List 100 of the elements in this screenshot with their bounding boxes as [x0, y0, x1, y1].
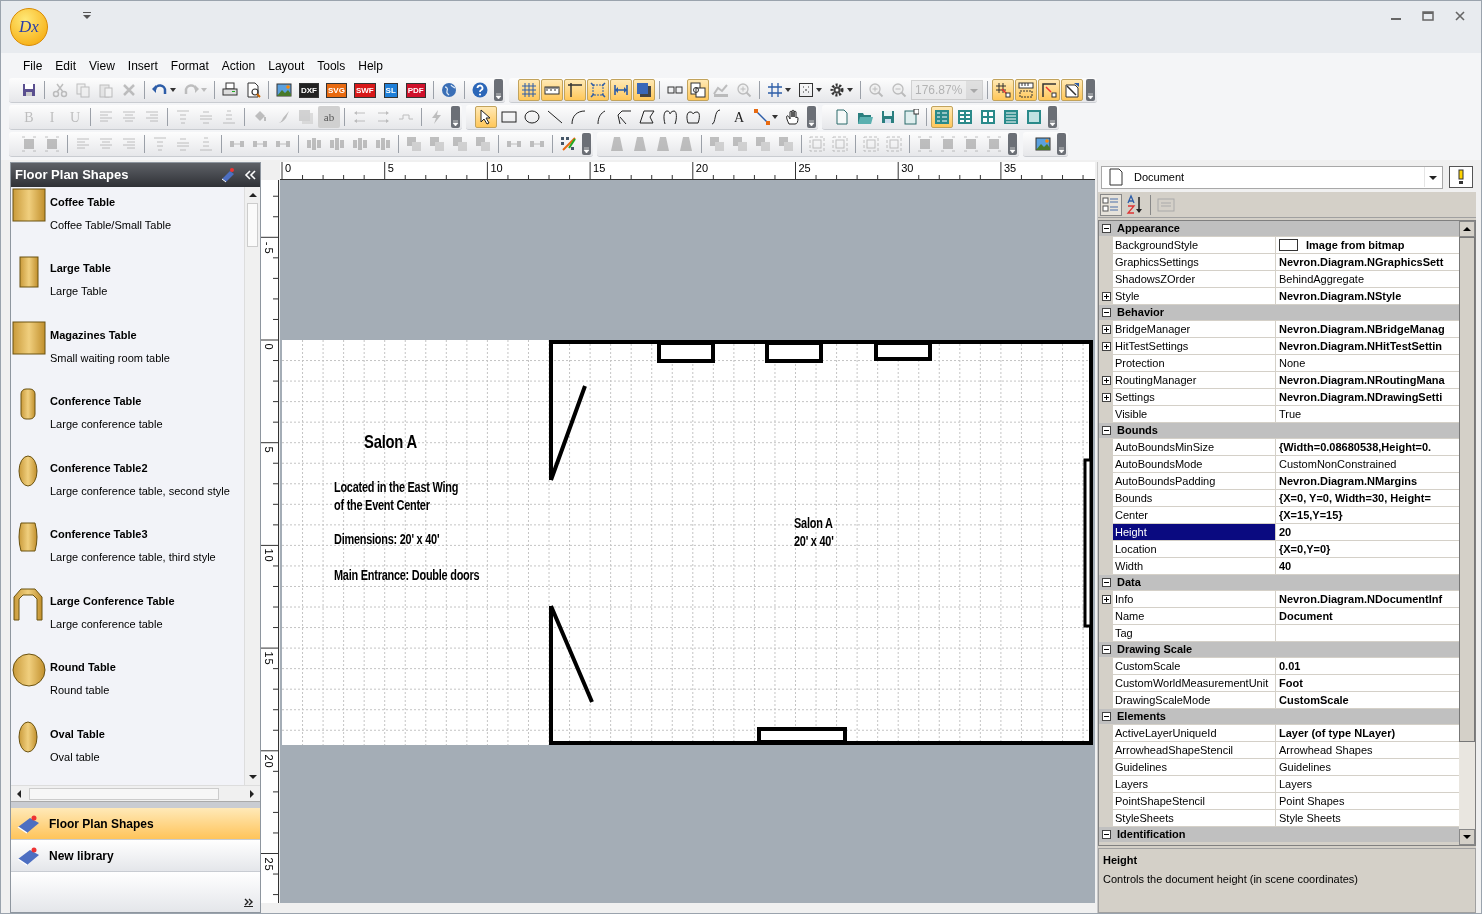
library-item[interactable]: Coffee Table Coffee Table/Small Table: [11, 187, 244, 254]
property-value[interactable]: Nevron.Diagram.NDrawingSetti: [1276, 389, 1459, 406]
property-value[interactable]: CustomScale: [1276, 692, 1459, 709]
category-header[interactable]: Drawing Scale: [1099, 642, 1459, 658]
property-name[interactable]: Visible: [1113, 406, 1276, 423]
property-value[interactable]: Document: [1276, 608, 1459, 625]
category-header[interactable]: Behavior: [1099, 305, 1459, 321]
property-name[interactable]: Settings: [1113, 389, 1276, 406]
property-value[interactable]: None: [1276, 355, 1459, 372]
property-name[interactable]: CustomScale: [1113, 658, 1276, 675]
property-value[interactable]: 40: [1276, 558, 1459, 575]
property-name[interactable]: StyleSheets: [1113, 810, 1276, 827]
property-name[interactable]: Bounds: [1113, 490, 1276, 507]
property-name[interactable]: AutoBoundsMinSize: [1113, 439, 1276, 456]
category-header[interactable]: Elements: [1099, 709, 1459, 725]
ruler-label: 10: [490, 162, 503, 174]
property-name[interactable]: Height: [1113, 524, 1276, 541]
category-header[interactable]: Identification: [1099, 827, 1459, 843]
property-value[interactable]: 20: [1276, 524, 1459, 541]
library-item[interactable]: Round Table Round table: [11, 652, 244, 719]
library-item[interactable]: Conference Table Large conference table: [11, 386, 244, 453]
property-name[interactable]: AutoBoundsMode: [1113, 456, 1276, 473]
library-item[interactable]: Conference Table3 Large conference table, third style: [11, 519, 244, 586]
property-name[interactable]: Tag: [1113, 625, 1276, 642]
description-title: Height: [1103, 853, 1139, 868]
category-header[interactable]: Bounds: [1099, 423, 1459, 439]
property-value[interactable]: Arrowhead Shapes: [1276, 742, 1459, 759]
object-selector[interactable]: Document: [1101, 165, 1443, 189]
property-value[interactable]: {X=0, Y=0, Width=30, Height=: [1276, 490, 1459, 507]
property-name[interactable]: Width: [1113, 558, 1276, 575]
property-value[interactable]: 0.01: [1276, 658, 1459, 675]
property-name[interactable]: BackgroundStyle: [1113, 237, 1276, 254]
property-name[interactable]: Layers: [1113, 776, 1276, 793]
menu-item[interactable]: Layout: [262, 55, 311, 76]
menu-item[interactable]: Format: [164, 55, 215, 76]
library-item[interactable]: Large Table Large Table: [11, 253, 244, 320]
category-header[interactable]: Appearance: [1099, 221, 1459, 237]
ruler-label: 25: [798, 162, 811, 174]
ruler-label: 35: [1003, 162, 1017, 174]
note-text: Main Entrance: Double doors: [334, 566, 480, 584]
category-header[interactable]: Data: [1099, 575, 1459, 591]
library-tab[interactable]: Floor Plan Shapes: [11, 808, 260, 840]
property-name[interactable]: PointShapeStencil: [1113, 793, 1276, 810]
property-value[interactable]: Image from bitmap: [1276, 237, 1459, 254]
property-value[interactable]: {X=15,Y=15}: [1276, 507, 1459, 524]
property-name[interactable]: AutoBoundsPadding: [1113, 473, 1276, 490]
item-title: Conference Table3: [50, 527, 149, 542]
library-item[interactable]: Oval Table Oval table: [11, 718, 244, 785]
ruler-label: 0: [285, 162, 292, 174]
property-value[interactable]: Layer (of type NLayer): [1276, 725, 1459, 742]
property-value[interactable]: Foot: [1276, 675, 1459, 692]
toolbar-button[interactable]: A: [728, 106, 750, 128]
property-name[interactable]: Location: [1113, 541, 1276, 558]
menu-item[interactable]: Insert: [121, 55, 164, 76]
library-item[interactable]: Magazines Table Small waiting room table: [11, 319, 244, 387]
library-tab[interactable]: New library: [11, 840, 260, 872]
property-value[interactable]: Layers: [1276, 776, 1459, 793]
export-button[interactable]: SL: [379, 79, 402, 101]
property-value[interactable]: True: [1276, 406, 1459, 423]
item-description: Large Table: [50, 284, 109, 299]
property-value[interactable]: Nevron.Diagram.NStyle: [1276, 288, 1459, 305]
menu-item[interactable]: Edit: [49, 55, 83, 76]
library-item[interactable]: Conference Table2 Large conference table, second style: [11, 452, 244, 520]
property-name[interactable]: BridgeManager: [1113, 321, 1276, 338]
property-value[interactable]: CustomNonConstrained: [1276, 456, 1459, 473]
property-name[interactable]: Name: [1113, 608, 1276, 625]
menu-item[interactable]: View: [83, 55, 121, 76]
property-value[interactable]: BehindAggregate: [1276, 271, 1459, 288]
property-name[interactable]: ArrowheadShapeStencil: [1113, 742, 1276, 759]
property-value[interactable]: Style Sheets: [1276, 810, 1459, 827]
menu-item[interactable]: File: [17, 55, 49, 76]
property-value[interactable]: {X=0,Y=0}: [1276, 541, 1459, 558]
app-logo[interactable]: Dx: [10, 8, 48, 46]
ruler-label: 20: [695, 162, 709, 174]
item-description: Round table: [50, 683, 111, 698]
property-name[interactable]: Guidelines: [1113, 759, 1276, 776]
property-value[interactable]: {Width=0.08680538,Height=0.: [1276, 439, 1459, 456]
library-item[interactable]: Large Conference Table Large conference table: [11, 585, 244, 653]
property-name[interactable]: GraphicsSettings: [1113, 254, 1276, 271]
menu-item[interactable]: Action: [215, 55, 262, 76]
property-name[interactable]: DrawingScaleMode: [1113, 692, 1276, 709]
property-value[interactable]: Nevron.Diagram.NBridgeManag: [1276, 321, 1459, 338]
property-name[interactable]: ActiveLayerUniqueId: [1113, 725, 1276, 742]
property-value[interactable]: Nevron.Diagram.NGraphicsSett: [1276, 254, 1459, 271]
property-name[interactable]: Style: [1113, 288, 1276, 305]
menu-item[interactable]: Tools: [311, 55, 352, 76]
property-value[interactable]: Nevron.Diagram.NRoutingMana: [1276, 372, 1459, 389]
property-name[interactable]: ShadowsZOrder: [1113, 271, 1276, 288]
property-value[interactable]: Nevron.Diagram.NDocumentInf: [1276, 591, 1459, 608]
property-name[interactable]: Center: [1113, 507, 1276, 524]
property-name[interactable]: Protection: [1113, 355, 1276, 372]
property-value[interactable]: Nevron.Diagram.NMargins: [1276, 473, 1459, 490]
property-name[interactable]: RoutingManager: [1113, 372, 1276, 389]
property-name[interactable]: Info: [1113, 591, 1276, 608]
menu-item[interactable]: Help: [352, 55, 389, 76]
property-value[interactable]: Point Shapes: [1276, 793, 1459, 810]
property-value[interactable]: Nevron.Diagram.NHitTestSettin: [1276, 338, 1459, 355]
property-name[interactable]: HitTestSettings: [1113, 338, 1276, 355]
property-name[interactable]: CustomWorldMeasurementUnit: [1113, 675, 1276, 692]
property-value[interactable]: Guidelines: [1276, 759, 1459, 776]
